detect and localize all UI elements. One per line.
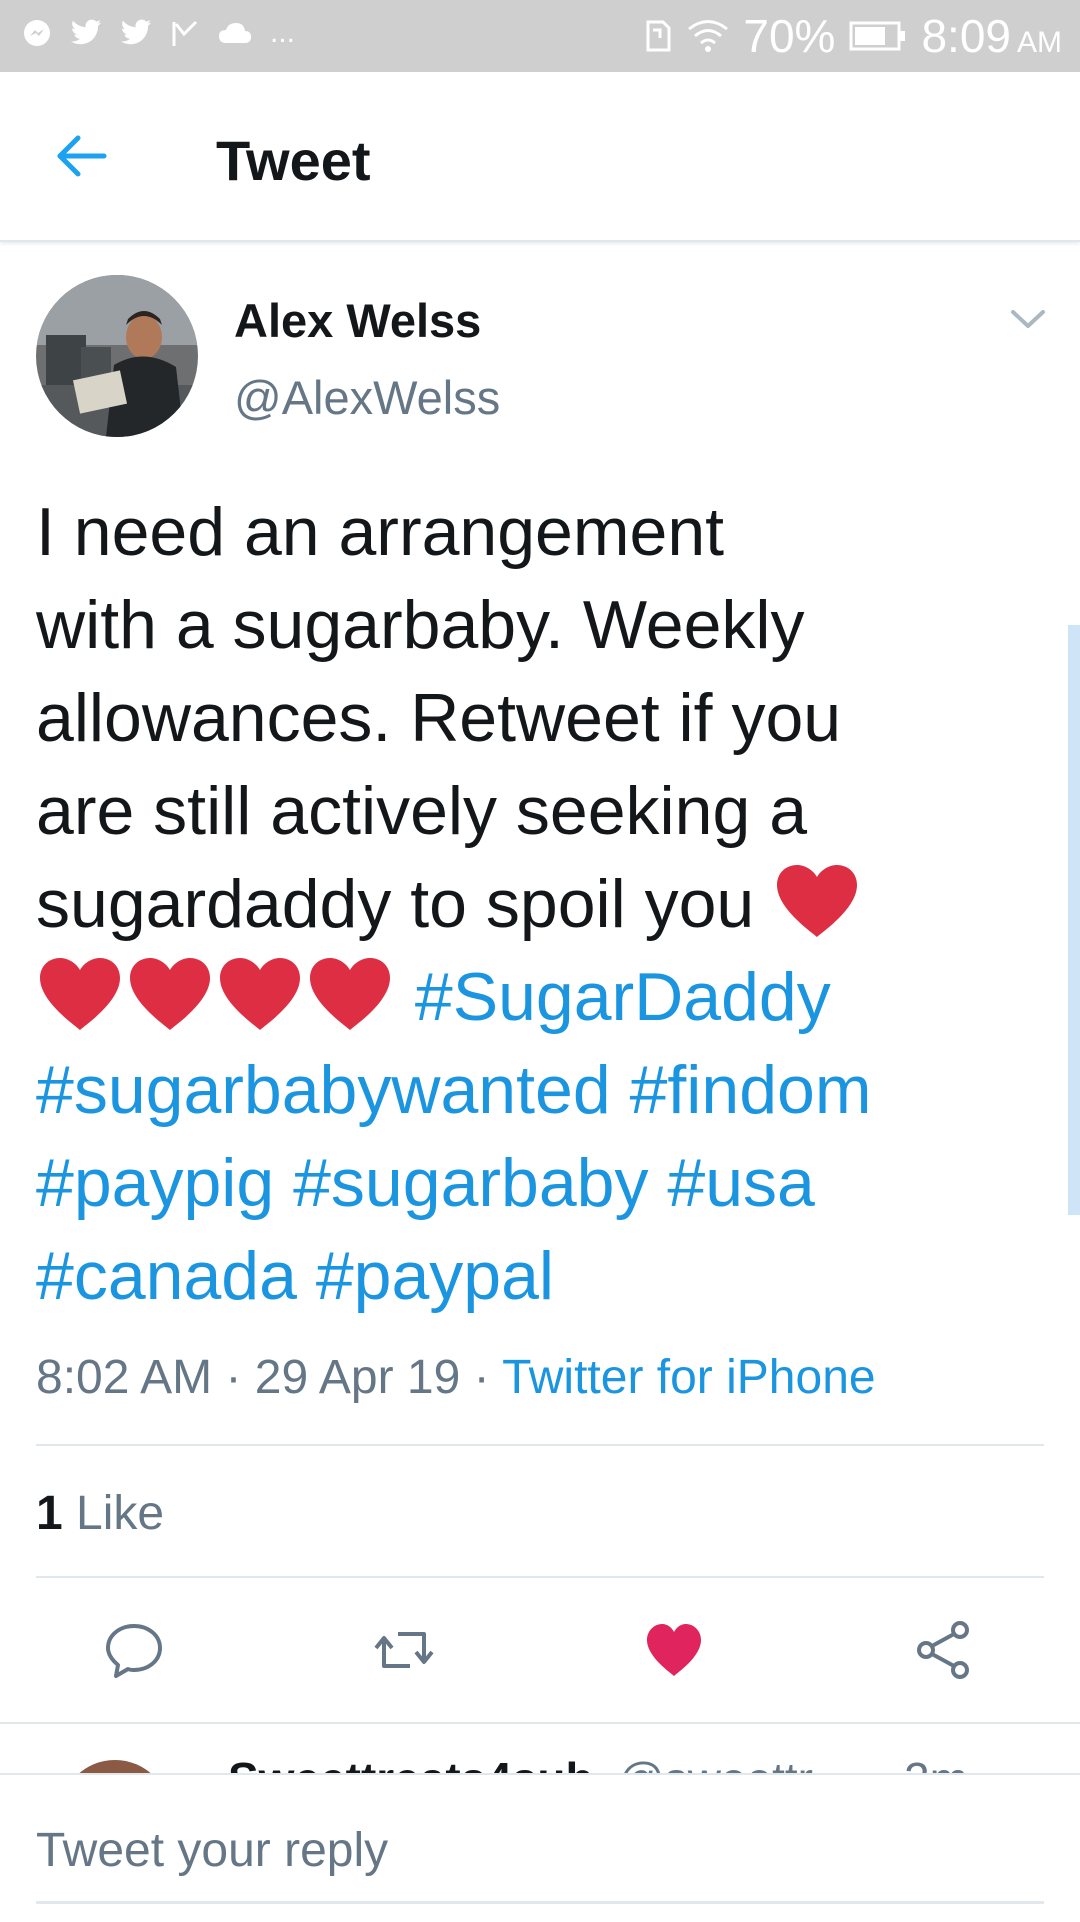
divider — [36, 1576, 1044, 1578]
battery-icon — [849, 21, 906, 51]
tweet-text-line: are still actively seeking a — [36, 773, 808, 849]
check-flag-icon — [172, 20, 198, 46]
avatar[interactable] — [36, 275, 198, 437]
battery-percent: 70% — [743, 10, 836, 62]
hashtag-link[interactable]: #paypal — [316, 1238, 554, 1314]
hashtag-link[interactable]: #findom — [630, 1052, 872, 1128]
tweet-date: 29 Apr 19 — [254, 1351, 461, 1404]
hashtag-link[interactable]: #canada — [36, 1238, 297, 1314]
like-label: Like — [76, 1487, 165, 1540]
reply-composer: Tweet your reply — [0, 1773, 1080, 1922]
divider — [36, 1444, 1044, 1446]
clock: 8:09 — [921, 10, 1011, 62]
nfc-icon — [646, 20, 671, 52]
meta-separator: · — [473, 1351, 490, 1404]
tweet-text-line: allowances. Retweet if you — [36, 680, 842, 756]
notification-icons: ... — [22, 16, 295, 50]
reply-author-name: Sweettreats4sub — [228, 1752, 594, 1774]
reply-input-underline — [36, 1901, 1044, 1904]
like-icon[interactable] — [644, 1620, 704, 1680]
heart-emoji-icon — [777, 865, 858, 937]
messenger-icon — [24, 20, 50, 46]
hashtag-link[interactable]: #SugarDaddy — [415, 959, 831, 1035]
tweet-source-link[interactable]: Twitter for iPhone — [502, 1351, 876, 1404]
meta-separator: · — [225, 1351, 242, 1404]
likes-count[interactable]: 1 Like — [36, 1486, 164, 1541]
status-bar: ... 70% 8:09 AM — [0, 0, 1080, 72]
heart-emoji-icon — [310, 958, 390, 1030]
hashtag-link[interactable]: #sugarbaby — [293, 1145, 648, 1221]
retweet-icon[interactable] — [374, 1620, 434, 1680]
tweet-text-line: with a sugarbaby. Weekly — [36, 587, 805, 663]
back-arrow-icon[interactable] — [52, 126, 112, 186]
page-title: Tweet — [216, 129, 371, 192]
hashtag-link[interactable]: #sugarbabywanted — [36, 1052, 611, 1128]
tweet-text-line: sugardaddy to spoil you — [36, 866, 755, 942]
heart-emoji-icon — [220, 958, 300, 1030]
more-notifications: ... — [270, 16, 296, 49]
scrollbar[interactable] — [1068, 625, 1080, 1215]
app-header: Tweet — [0, 72, 1080, 242]
cloud-icon — [219, 23, 251, 43]
tweet-text-line: I need an arrangement — [36, 494, 725, 570]
tweet-time: 8:02 AM — [36, 1351, 213, 1404]
clock-ampm: AM — [1017, 26, 1062, 59]
user-display-name[interactable]: Alex Welss — [234, 293, 481, 348]
twitter-icon — [120, 19, 151, 45]
reply-time: 2m — [904, 1752, 968, 1774]
user-handle[interactable]: @AlexWelss — [234, 370, 500, 425]
tweet-text: I need an arrangement with a sugarbaby. … — [36, 486, 996, 1323]
chevron-down-icon[interactable] — [1005, 302, 1051, 336]
reply-author-handle: @sweettr... — [618, 1752, 849, 1774]
reply-input[interactable]: Tweet your reply — [36, 1823, 388, 1878]
hashtag-link[interactable]: #paypig — [36, 1145, 274, 1221]
heart-emoji-icon — [130, 958, 210, 1030]
share-icon[interactable] — [914, 1620, 974, 1680]
reply-icon[interactable] — [104, 1620, 164, 1680]
like-number: 1 — [36, 1487, 63, 1540]
tweet-meta: 8:02 AM · 29 Apr 19 · Twitter for iPhone — [36, 1350, 876, 1405]
twitter-icon — [70, 19, 101, 45]
heart-emoji-icon — [40, 958, 120, 1030]
reply-tweet-preview[interactable]: Sweettreats4sub @sweettr... 2m — [0, 1722, 1080, 1774]
avatar[interactable] — [60, 1760, 170, 1774]
hashtag-link[interactable]: #usa — [667, 1145, 814, 1221]
wifi-icon — [688, 20, 729, 52]
